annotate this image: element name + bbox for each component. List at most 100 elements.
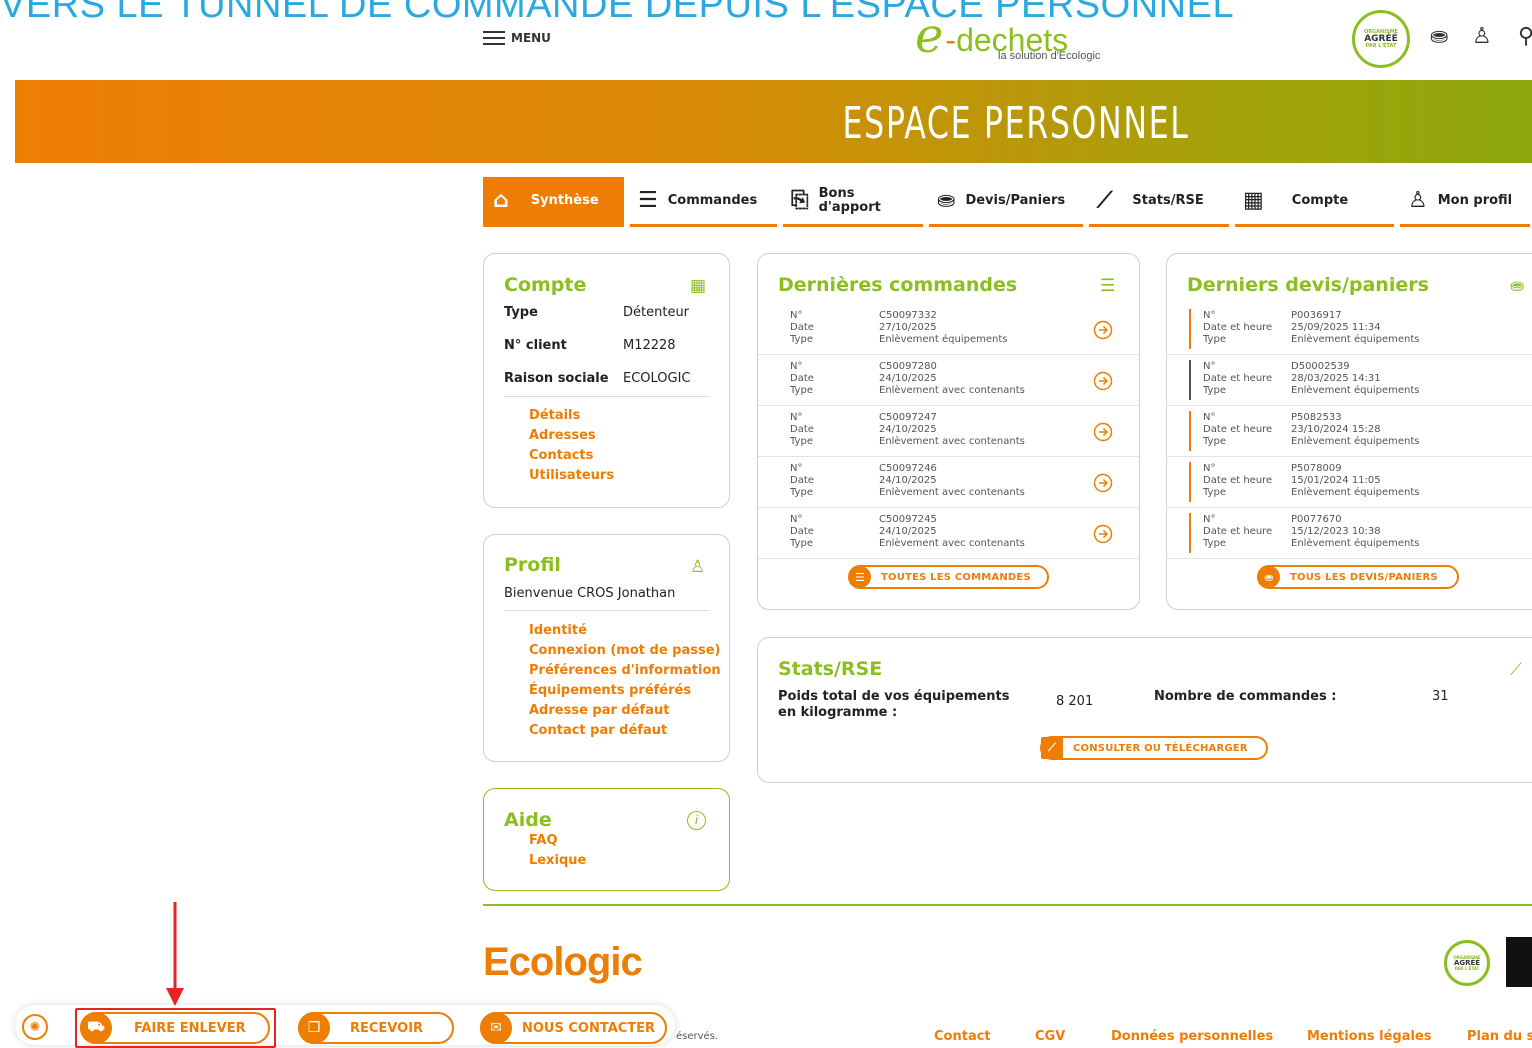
row-type: Enlèvement avec contenants (879, 538, 1025, 549)
commandes-row[interactable]: N° Date Type C50097247 24/10/2025 Enlèvement … (758, 406, 1139, 457)
building-icon: ▦ (690, 276, 707, 296)
consult-stats-button[interactable]: ⟋ CONSULTER OU TÉLÉCHARGER (1040, 736, 1268, 760)
row-label: N° (1203, 514, 1216, 525)
arrow-circle-icon[interactable] (1093, 371, 1113, 397)
logo-e: e (915, 8, 944, 64)
aide-title: Aide (504, 809, 552, 831)
commandes-row[interactable]: N° Date Type C50097245 24/10/2025 Enlèvement … (758, 508, 1139, 559)
menu-button[interactable]: MENU (483, 30, 551, 46)
row-label: N° (790, 463, 803, 474)
row-num: D50002539 (1291, 361, 1350, 372)
tab-stats-rse[interactable]: ⟋ Stats/RSE (1089, 177, 1229, 227)
row-label: Date et heure (1203, 424, 1273, 435)
chart-icon: ⟋ (1510, 660, 1522, 680)
footer-link-mentions[interactable]: Mentions légales (1307, 1029, 1432, 1044)
mail-icon: ✉ (480, 1012, 512, 1044)
devis-row[interactable]: N° Date et heure Type P0077670 15/12/2023 10… (1167, 508, 1532, 559)
row-date: 24/10/2025 (879, 475, 937, 486)
row-label: Type (790, 487, 813, 498)
devis-row[interactable]: N° Date et heure Type P5082533 23/10/2024 15… (1167, 406, 1532, 457)
link-adresses[interactable]: Adresses (529, 426, 614, 446)
link-contact-defaut[interactable]: Contact par défaut (529, 721, 721, 741)
cookie-settings-icon[interactable]: ✺ (22, 1014, 48, 1040)
recevoir-button[interactable]: ❒ RECEVOIR (298, 1012, 454, 1044)
search-icon[interactable]: ⚲ (1518, 24, 1532, 49)
basket-icon: ⛂ (1258, 566, 1280, 588)
arrow-circle-icon[interactable] (1093, 320, 1113, 346)
row-num: P0036917 (1291, 310, 1342, 321)
banner-title: ESPACE PERSONNEL (842, 98, 1190, 149)
row-label: Date et heure (1203, 322, 1273, 333)
row-date: 28/03/2025 14:31 (1291, 373, 1381, 384)
row-type: Enlèvement avec contenants (879, 385, 1025, 396)
agree-seal: ORGANISME AGRÉÉ PAR L'ÉTAT (1352, 10, 1410, 68)
devis-row[interactable]: N° Date et heure Type P5078009 15/01/2024 11… (1167, 457, 1532, 508)
row-num: C50097280 (879, 361, 937, 372)
tab-synthese[interactable]: ⌂ Synthèse (483, 177, 624, 227)
row-num: P5082533 (1291, 412, 1342, 423)
link-connexion[interactable]: Connexion (mot de passe) (529, 641, 721, 661)
row-num: C50097247 (879, 412, 937, 423)
box-icon: ❒ (298, 1012, 330, 1044)
ecologic-logo[interactable]: Ecologic (483, 940, 643, 985)
link-adresse-defaut[interactable]: Adresse par défaut (529, 701, 721, 721)
home-icon: ⌂ (493, 188, 509, 213)
row-date: 24/10/2025 (879, 424, 937, 435)
row-label: N° (1203, 310, 1216, 321)
row-label: Type (1203, 487, 1226, 498)
link-lexique[interactable]: Lexique (529, 851, 586, 871)
logo-tagline: la solution d'Ecologic (998, 50, 1101, 62)
site-logo[interactable]: e - dechets la solution d'Ecologic (915, 8, 1100, 64)
link-details[interactable]: Détails (529, 406, 614, 426)
footer-link-cgv[interactable]: CGV (1035, 1029, 1065, 1044)
footer-link-contact[interactable]: Contact (934, 1029, 991, 1044)
divider (504, 396, 710, 397)
nous-contacter-button[interactable]: ✉ NOUS CONTACTER (480, 1012, 667, 1044)
commandes-title: Dernières commandes (778, 274, 1018, 296)
profil-welcome: Bienvenue CROS Jonathan (504, 586, 676, 601)
menu-label: MENU (511, 31, 551, 45)
commandes-row[interactable]: N° Date Type C50097332 27/10/2025 Enlèvement … (758, 304, 1139, 355)
basket-icon: ⛂ (1510, 276, 1525, 296)
row-num: C50097246 (879, 463, 937, 474)
chart-icon: ⟋ (1041, 737, 1063, 759)
footer-link-plan[interactable]: Plan du s (1467, 1029, 1532, 1044)
commandes-row[interactable]: N° Date Type C50097246 24/10/2025 Enlèvement … (758, 457, 1139, 508)
arrow-circle-icon[interactable] (1093, 524, 1113, 550)
stats-card: Stats/RSE ⟋ Poids total de vos équipemen… (757, 637, 1532, 783)
all-quotes-button[interactable]: ⛂ TOUS LES DEVIS/PANIERS (1257, 565, 1459, 589)
row-type: Enlèvement équipements (1291, 538, 1420, 549)
tab-compte[interactable]: ▦ Compte (1235, 177, 1394, 227)
tab-devis-paniers[interactable]: ⛂ Devis/Paniers (929, 177, 1083, 227)
copyright-text: éservés. (676, 1031, 719, 1042)
devis-row[interactable]: N° Date et heure Type D50002539 28/03/2025 1… (1167, 355, 1532, 406)
arrow-circle-icon[interactable] (1093, 473, 1113, 499)
tab-commandes[interactable]: ☰ Commandes (630, 177, 777, 227)
row-date: 15/12/2023 10:38 (1291, 526, 1381, 537)
row-label: Date (790, 322, 814, 333)
basket-icon[interactable]: ⛂ (1430, 24, 1448, 49)
row-date: 23/10/2024 15:28 (1291, 424, 1381, 435)
link-preferences[interactable]: Préférences d'information (529, 661, 721, 681)
all-orders-button[interactable]: ☰ TOUTES LES COMMANDES (848, 565, 1049, 589)
user-icon[interactable]: ♙ (1472, 24, 1492, 49)
commandes-row[interactable]: N° Date Type C50097280 24/10/2025 Enlèvement … (758, 355, 1139, 406)
row-label: N° (1203, 412, 1216, 423)
devis-row[interactable]: N° Date et heure Type P0036917 25/09/2025 11… (1167, 304, 1532, 355)
link-utilisateurs[interactable]: Utilisateurs (529, 466, 614, 486)
status-bar (1189, 513, 1191, 553)
row-type: Enlèvement équipements (1291, 385, 1420, 396)
link-faq[interactable]: FAQ (529, 831, 586, 851)
row-date: 24/10/2025 (879, 526, 937, 537)
tab-mon-profil[interactable]: ♙ Mon profil (1400, 177, 1530, 227)
row-label: Type (1203, 538, 1226, 549)
link-contacts[interactable]: Contacts (529, 446, 614, 466)
link-equipements[interactable]: Équipements préférés (529, 681, 721, 701)
arrow-circle-icon[interactable] (1093, 422, 1113, 448)
stats-nb-value: 31 (1432, 689, 1449, 704)
commandes-card: Dernières commandes ☰ N° Date Type C5009733… (757, 253, 1140, 610)
footer-link-donnees[interactable]: Données personnelles (1111, 1029, 1273, 1044)
compte-card: Compte ▦ Type Détenteur N° client M12228 R… (483, 253, 730, 508)
link-identite[interactable]: Identité (529, 621, 721, 641)
tab-bons-apport[interactable]: ⎘ Bons d'apport (783, 177, 923, 227)
